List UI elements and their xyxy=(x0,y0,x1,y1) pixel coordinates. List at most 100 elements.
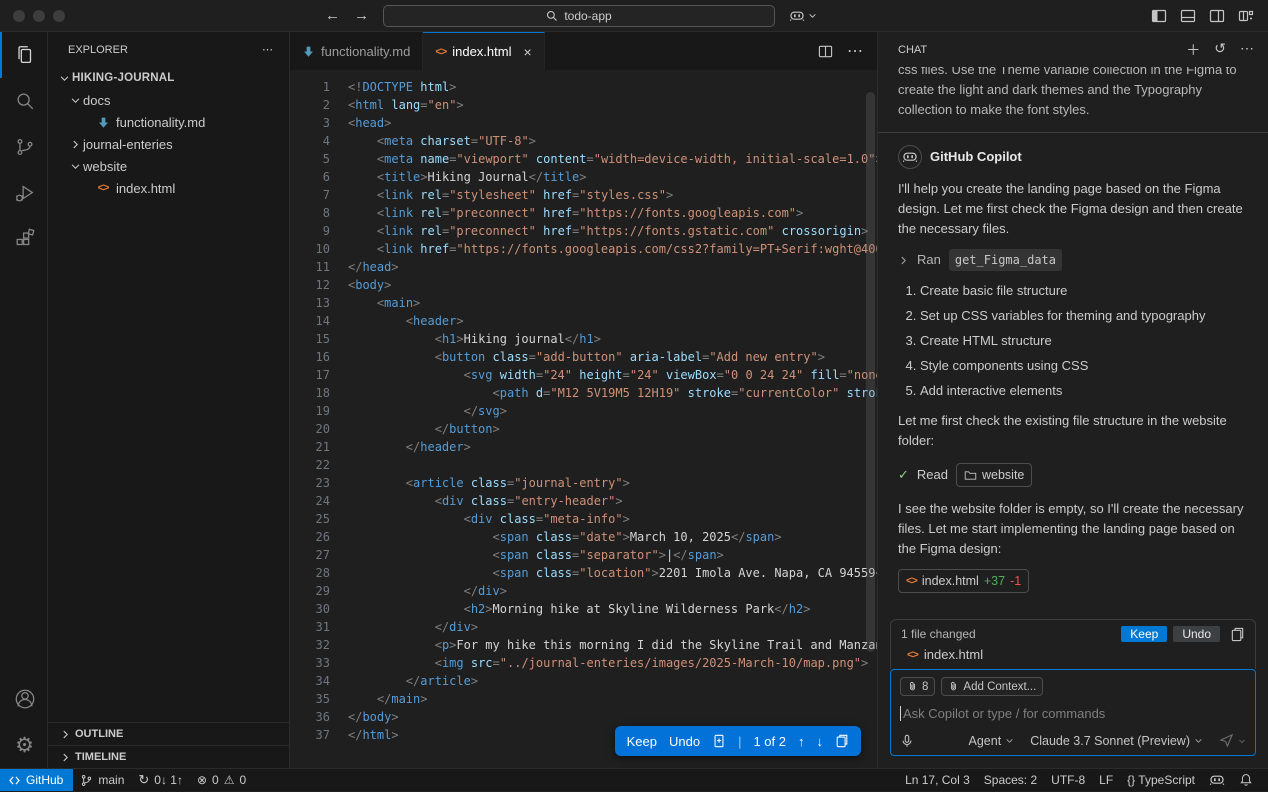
status-problems[interactable]: ⊗0⚠0 xyxy=(190,769,253,791)
code-line[interactable]: 10 <link href="https://fonts.googleapis.… xyxy=(290,240,877,258)
activity-bar-item-source-control[interactable] xyxy=(0,124,48,170)
code-line[interactable]: 2<html lang="en"> xyxy=(290,96,877,114)
editor-tab-functionality-md[interactable]: functionality.md xyxy=(290,32,423,70)
tree-item-journal-enteries[interactable]: journal-enteries xyxy=(48,133,289,155)
maximize-window-button[interactable] xyxy=(53,10,65,22)
code-line[interactable]: 5 <meta name="viewport" content="width=d… xyxy=(290,150,877,168)
code-line[interactable]: 25 <div class="meta-info"> xyxy=(290,510,877,528)
keep-all-button[interactable]: Keep xyxy=(1121,626,1167,642)
code-line[interactable]: 1<!DOCTYPE html> xyxy=(290,78,877,96)
status-notifications[interactable] xyxy=(1232,769,1260,791)
code-line[interactable]: 4 <meta charset="UTF-8"> xyxy=(290,132,877,150)
editor-scrollbar[interactable] xyxy=(866,92,875,652)
send-icon[interactable] xyxy=(1219,733,1234,748)
add-context-chip[interactable]: Add Context... xyxy=(941,677,1043,696)
code-line[interactable]: 20 </button> xyxy=(290,420,877,438)
code-line[interactable]: 14 <header> xyxy=(290,312,877,330)
status-indentation[interactable]: Spaces: 2 xyxy=(977,769,1044,791)
status-eol[interactable]: LF xyxy=(1092,769,1120,791)
previous-change-icon[interactable]: ↑ xyxy=(798,734,805,749)
edited-file-chip[interactable]: <>index.html+37-1 xyxy=(898,569,1029,593)
tree-item-hiking-journal[interactable]: HIKING-JOURNAL xyxy=(48,67,289,89)
history-back-button[interactable]: ← xyxy=(325,7,340,24)
attachments-chip[interactable]: 8 xyxy=(900,677,935,696)
editor-tab-index-html[interactable]: <>index.html× xyxy=(423,32,544,70)
command-center-search[interactable]: todo-app xyxy=(383,5,775,27)
code-line[interactable]: 6 <title>Hiking Journal</title> xyxy=(290,168,877,186)
sidebar-panel-outline[interactable]: OUTLINE xyxy=(48,722,289,745)
code-line[interactable]: 8 <link rel="preconnect" href="https://f… xyxy=(290,204,877,222)
microphone-icon[interactable] xyxy=(900,734,914,748)
code-line[interactable]: 11</head> xyxy=(290,258,877,276)
open-diff-icon[interactable] xyxy=(712,734,726,748)
toggle-secondary-sidebar-icon[interactable] xyxy=(1209,8,1225,24)
keep-change-button[interactable]: Keep xyxy=(627,734,657,749)
send-options-chevron-icon[interactable] xyxy=(1238,737,1246,745)
code-line[interactable]: 35 </main> xyxy=(290,690,877,708)
activity-bar-item-search[interactable] xyxy=(0,78,48,124)
mode-picker[interactable]: Agent xyxy=(969,734,1015,748)
explorer-more-actions-icon[interactable]: ⋯ xyxy=(262,43,273,56)
read-target-chip[interactable]: website xyxy=(956,463,1032,487)
close-window-button[interactable] xyxy=(13,10,25,22)
code-line[interactable]: 36</body> xyxy=(290,708,877,726)
code-line[interactable]: 22 xyxy=(290,456,877,474)
code-line[interactable]: 26 <span class="date">March 10, 2025</sp… xyxy=(290,528,877,546)
chat-input-box[interactable]: 8 Add Context... Ask Copilot or type / f… xyxy=(890,669,1256,756)
customize-layout-icon[interactable] xyxy=(1238,8,1254,24)
copilot-menu-button[interactable] xyxy=(789,8,817,24)
code-line[interactable]: 15 <h1>Hiking journal</h1> xyxy=(290,330,877,348)
history-forward-button[interactable]: → xyxy=(354,7,369,24)
tool-run-row[interactable]: Ranget_Figma_data xyxy=(898,249,1248,271)
code-line[interactable]: 32 <p>For my hike this morning I did the… xyxy=(290,636,877,654)
tree-item-website[interactable]: website xyxy=(48,155,289,177)
activity-bar-item-extensions[interactable] xyxy=(0,216,48,262)
chat-input-placeholder[interactable]: Ask Copilot or type / for commands xyxy=(903,706,1105,721)
code-line[interactable]: 7 <link rel="stylesheet" href="styles.cs… xyxy=(290,186,877,204)
tree-item-functionality-md[interactable]: functionality.md xyxy=(48,111,289,133)
undo-all-button[interactable]: Undo xyxy=(1173,626,1220,642)
code-line[interactable]: 13 <main> xyxy=(290,294,877,312)
code-line[interactable]: 29 </div> xyxy=(290,582,877,600)
status-cursor-position[interactable]: Ln 17, Col 3 xyxy=(898,769,977,791)
open-changes-editor-icon[interactable] xyxy=(835,734,849,748)
status-remote-indicator[interactable]: GitHub xyxy=(0,769,73,791)
activity-bar-item-account[interactable] xyxy=(0,676,48,722)
code-line[interactable]: 23 <article class="journal-entry"> xyxy=(290,474,877,492)
code-line[interactable]: 30 <h2>Morning hike at Skyline Wildernes… xyxy=(290,600,877,618)
code-line[interactable]: 16 <button class="add-button" aria-label… xyxy=(290,348,877,366)
sidebar-panel-timeline[interactable]: TIMELINE xyxy=(48,745,289,768)
activity-bar-item-explorer[interactable] xyxy=(0,32,48,78)
model-picker[interactable]: Claude 3.7 Sonnet (Preview) xyxy=(1030,734,1203,748)
status-encoding[interactable]: UTF-8 xyxy=(1044,769,1092,791)
code-editor[interactable]: 1<!DOCTYPE html>2<html lang="en">3<head>… xyxy=(290,70,877,768)
status-branch[interactable]: main xyxy=(73,769,131,791)
code-line[interactable]: 33 <img src="../journal-enteries/images/… xyxy=(290,654,877,672)
changed-file-row[interactable]: <> index.html xyxy=(901,642,1245,665)
code-line[interactable]: 12<body> xyxy=(290,276,877,294)
split-editor-icon[interactable] xyxy=(818,44,833,59)
activity-bar-item-settings[interactable]: ⚙ xyxy=(0,722,48,768)
undo-change-button[interactable]: Undo xyxy=(669,734,700,749)
code-line[interactable]: 24 <div class="entry-header"> xyxy=(290,492,877,510)
code-line[interactable]: 17 <svg width="24" height="24" viewBox="… xyxy=(290,366,877,384)
next-change-icon[interactable]: ↓ xyxy=(817,734,824,749)
activity-bar-item-run-debug[interactable] xyxy=(0,170,48,216)
tree-item-docs[interactable]: docs xyxy=(48,89,289,111)
toggle-primary-sidebar-icon[interactable] xyxy=(1151,8,1167,24)
status-sync[interactable]: ↻0↓ 1↑ xyxy=(131,769,190,791)
close-tab-icon[interactable]: × xyxy=(523,44,531,60)
code-line[interactable]: 19 </svg> xyxy=(290,402,877,420)
code-line[interactable]: 28 <span class="location">2201 Imola Ave… xyxy=(290,564,877,582)
code-line[interactable]: 31 </div> xyxy=(290,618,877,636)
new-chat-icon[interactable]: ＋ xyxy=(1186,40,1200,60)
view-changes-icon[interactable] xyxy=(1230,627,1245,642)
code-line[interactable]: 18 <path d="M12 5V19M5 12H19" stroke="cu… xyxy=(290,384,877,402)
status-language[interactable]: {} TypeScript xyxy=(1120,769,1202,791)
status-copilot[interactable] xyxy=(1202,769,1232,791)
code-line[interactable]: 34 </article> xyxy=(290,672,877,690)
chat-more-actions-icon[interactable]: ⋯ xyxy=(1240,40,1254,60)
window-controls[interactable] xyxy=(0,10,85,22)
code-line[interactable]: 21 </header> xyxy=(290,438,877,456)
editor-more-actions-icon[interactable]: ⋯ xyxy=(847,41,863,61)
